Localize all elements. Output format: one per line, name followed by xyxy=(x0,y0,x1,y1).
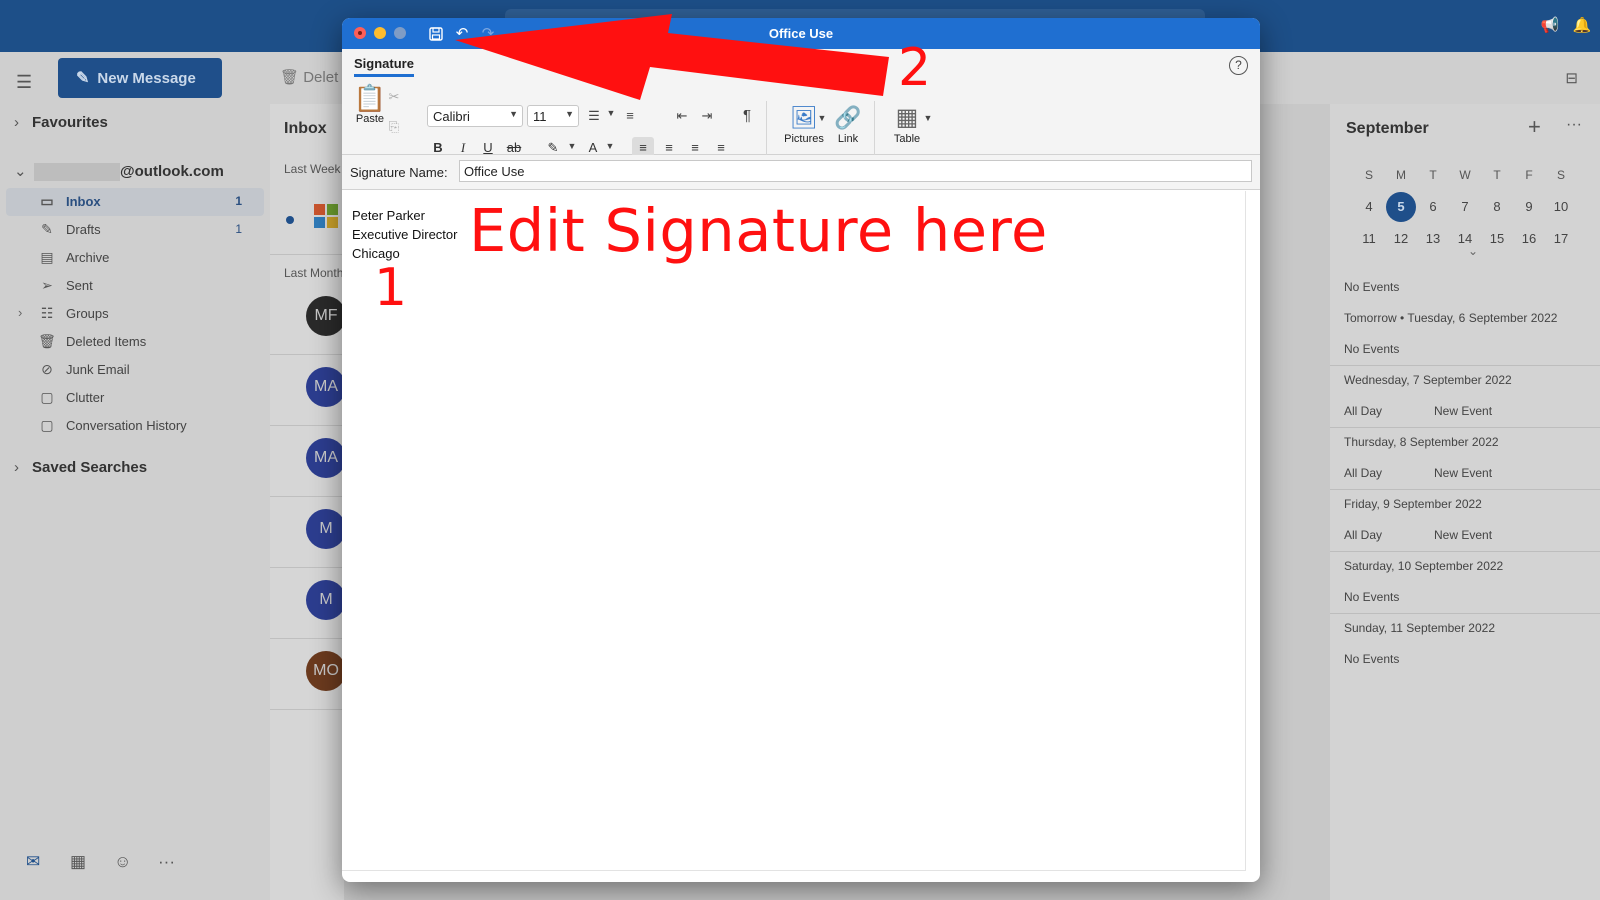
annotation-step-2: 2 xyxy=(898,38,932,98)
annotation-arrow xyxy=(455,14,889,100)
arrow-shape xyxy=(455,14,889,100)
annotation-headline: Edit Signature here xyxy=(469,196,1048,265)
annotation-step-1: 1 xyxy=(374,258,408,318)
